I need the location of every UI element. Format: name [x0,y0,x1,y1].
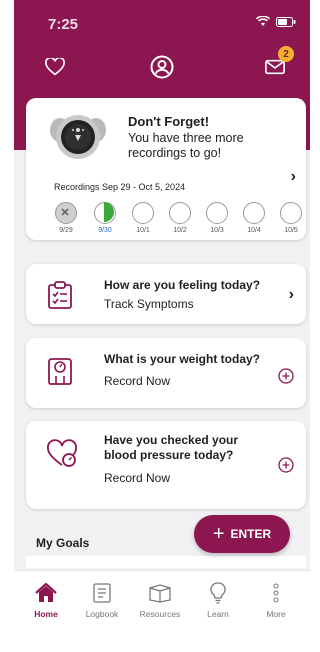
symptoms-action: Track Symptoms [104,297,194,311]
day-label: 9/29 [59,227,73,234]
day-label: 10/3 [210,227,224,234]
tab-label: More [266,609,286,619]
logbook-icon [93,583,111,603]
scale-icon [48,358,72,385]
weight-card[interactable]: What is your weight today? Record Now [26,338,306,408]
add-weight-icon[interactable] [278,368,294,384]
empty-day-icon [280,202,302,224]
tab-label: Resources [139,609,181,619]
day-item[interactable]: 10/3 [205,202,229,234]
monitor-device-icon [50,115,106,159]
messages-button[interactable]: 2 [260,46,294,82]
weight-title: What is your weight today? [104,352,261,366]
day-label: 10/2 [173,227,187,234]
clipboard-checklist-icon [48,281,72,309]
day-item[interactable]: 9/30 [93,202,117,234]
empty-day-icon [132,202,154,224]
day-item[interactable]: 9/29 [54,202,78,234]
chevron-right-icon[interactable]: › [291,168,296,186]
recording-reminder-card[interactable]: Don't Forget! You have three more record… [26,98,306,240]
tab-resources[interactable]: Resources [132,581,188,619]
heart-gauge-icon [47,439,77,467]
symptoms-card[interactable]: How are you feeling today? Track Symptom… [26,264,306,324]
day-label: 10/4 [247,227,261,234]
tab-label: Learn [207,609,229,619]
tab-label: Logbook [85,609,119,619]
day-item[interactable]: 10/5 [279,202,303,234]
wifi-icon [256,16,270,26]
top-navigation: 2 [14,46,310,82]
day-label: 10/1 [136,227,150,234]
goals-heading: My Goals [36,536,90,550]
tab-learn[interactable]: Learn [190,581,246,619]
tab-home[interactable]: Home [18,581,74,619]
blood-pressure-card[interactable]: Have you checked your blood pressure tod… [26,421,306,509]
profile-button[interactable] [147,52,177,82]
favorites-button[interactable] [40,52,70,82]
home-icon [35,583,57,602]
status-indicators [256,16,296,27]
symptoms-title: How are you feeling today? [104,278,261,292]
recording-days: 9/29 9/30 10/1 10/2 10/3 10/4 10/5 [54,202,310,236]
tab-label: Home [34,609,58,619]
profile-icon [150,55,174,79]
day-item[interactable]: 10/4 [242,202,266,234]
blood-pressure-action: Record Now [104,471,171,485]
day-label: 9/30 [98,227,112,234]
tab-logbook[interactable]: Logbook [74,581,130,619]
empty-day-icon [206,202,228,224]
day-label: 10/5 [284,227,298,234]
add-blood-pressure-icon[interactable] [278,457,294,473]
reminder-title: Don't Forget! [128,114,210,129]
goals-card-preview[interactable] [26,556,306,568]
bottom-tab-bar: Home Logbook Resources Learn More [14,570,310,638]
day-item[interactable]: 10/2 [168,202,192,234]
day-item[interactable]: 10/1 [131,202,155,234]
recording-range: Recordings Sep 29 - Oct 5, 2024 [54,182,186,192]
status-time: 7:25 [48,16,79,33]
battery-icon [276,16,296,27]
weight-action: Record Now [104,374,171,388]
lightbulb-icon [210,582,226,604]
status-bar: 7:25 [14,0,310,36]
progress-day-icon [94,202,116,224]
enter-button[interactable]: + ENTER [194,515,290,553]
empty-day-icon [243,202,265,224]
missed-day-icon [55,202,77,224]
reminder-subtitle: You have three more recordings to go! [128,131,244,160]
empty-day-icon [169,202,191,224]
chevron-right-icon[interactable]: › [289,286,294,304]
plus-icon: + [212,523,225,545]
blood-pressure-title: Have you checked your blood pressure tod… [104,433,239,462]
enter-label: ENTER [230,527,272,541]
tab-more[interactable]: More [248,581,304,619]
notification-badge: 2 [278,46,294,62]
more-icon [273,583,279,603]
app-screen: 7:25 2 Don't Forget! You have three more… [14,0,310,638]
heart-icon [45,58,65,76]
resources-icon [149,584,171,603]
